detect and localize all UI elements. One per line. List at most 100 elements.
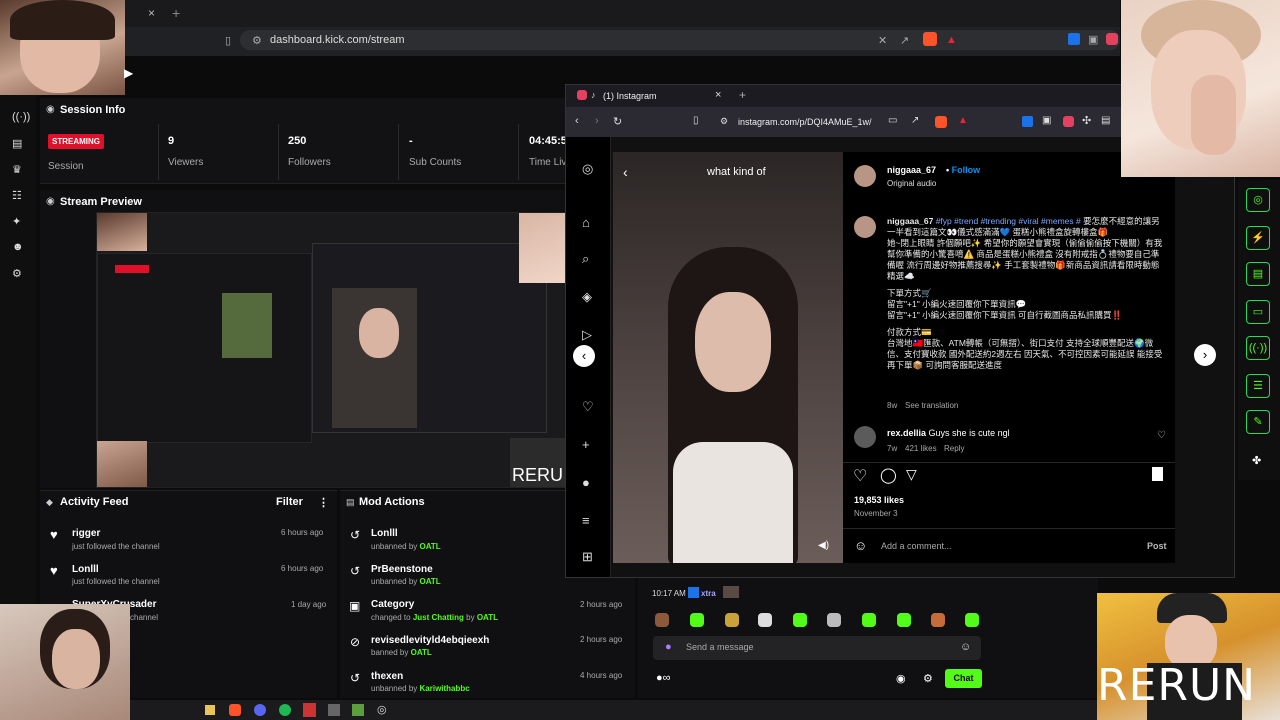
rail-wrench-icon[interactable]: ✎ [1246, 410, 1270, 434]
brave-taskbar-icon[interactable] [229, 704, 241, 716]
ig-download-icon[interactable] [1022, 116, 1033, 127]
users-icon[interactable]: ☷ [12, 189, 22, 202]
stream-preview-video[interactable]: RERU [96, 212, 566, 488]
rail-nodes-icon[interactable]: ✤ [1252, 454, 1261, 467]
comment-reply-button[interactable]: Reply [944, 444, 964, 453]
ig-extension-icon[interactable]: ▣ [1042, 115, 1051, 126]
add-comment-input[interactable]: Add a comment... [881, 541, 952, 551]
reload-icon[interactable]: ↻ [613, 115, 622, 128]
moderation-icon[interactable]: ✦ [12, 215, 21, 228]
tab-close-icon[interactable]: × [148, 6, 155, 20]
sidebar-toggle-icon[interactable]: ▤ [1101, 115, 1110, 126]
chat-settings-icon[interactable]: ⚙ [923, 672, 933, 685]
rail-broadcast-icon[interactable]: ((·)) [1246, 336, 1270, 360]
comment-like-icon[interactable]: ♡ [1157, 430, 1166, 441]
back-icon[interactable]: ‹ [575, 115, 579, 127]
comment-icon[interactable]: ◯ [880, 466, 897, 484]
app-icon[interactable] [303, 703, 316, 717]
download-icon[interactable] [1068, 33, 1080, 45]
chat-username[interactable]: xtra [701, 589, 716, 598]
puzzle-icon[interactable]: ✣ [1082, 114, 1091, 127]
comment-likes[interactable]: 421 likes [905, 444, 937, 453]
rail-target-icon[interactable]: ◎ [1246, 188, 1270, 212]
chat-send-button[interactable]: Chat [945, 669, 982, 688]
author-username[interactable]: niggaaa_67 [887, 165, 936, 175]
instagram-url[interactable]: instagram.com/p/DQI4AMuE_1w/ [738, 117, 872, 127]
reels-icon[interactable]: ▷ [582, 327, 592, 343]
rail-layers-icon[interactable]: ☰ [1246, 374, 1270, 398]
rail-chat-icon[interactable]: ▭ [1246, 300, 1270, 324]
author-avatar[interactable] [854, 165, 876, 187]
discord-icon[interactable] [254, 704, 266, 716]
extension-icon[interactable]: ▣ [1088, 33, 1098, 46]
likes-count[interactable]: 19,853 likes [854, 495, 904, 505]
see-translation-link[interactable]: See translation [905, 401, 958, 410]
emote-icon[interactable] [690, 613, 704, 627]
video-back-icon[interactable]: ‹ [623, 164, 628, 180]
spotify-icon[interactable] [279, 704, 291, 716]
emote-icon[interactable] [862, 613, 876, 627]
ig-brave-shield-icon[interactable] [935, 116, 947, 128]
original-audio-label[interactable]: Original audio [887, 179, 936, 188]
save-post-icon[interactable] [1152, 467, 1163, 481]
audio-playing-icon[interactable]: ♪ [591, 90, 596, 100]
emote-icon[interactable] [827, 613, 841, 627]
forward-icon[interactable]: › [595, 115, 599, 127]
emote-icon[interactable] [725, 613, 739, 627]
menu-icon[interactable]: ≡ [582, 513, 590, 528]
activity-filter-button[interactable]: Filter [276, 496, 303, 508]
mic-icon[interactable]: ● [665, 641, 672, 653]
emote-icon[interactable] [897, 613, 911, 627]
ig-extension-pink-icon[interactable] [1063, 116, 1074, 127]
file-explorer-icon[interactable] [205, 705, 215, 715]
chat-emoji-icon[interactable]: ☺ [960, 641, 971, 653]
ig-rewards-icon[interactable]: ▲ [958, 115, 968, 126]
create-icon[interactable]: + [582, 437, 590, 452]
instagram-video[interactable]: what kind of ‹ ◀) [613, 152, 843, 563]
camera-off-icon[interactable]: ✕ [878, 34, 887, 47]
previous-post-button[interactable]: ‹ [573, 345, 595, 367]
rewards-icon[interactable]: ▲ [946, 34, 957, 46]
chat-users-icon[interactable]: ●∞ [656, 672, 671, 684]
next-post-button[interactable]: › [1194, 344, 1216, 366]
threads-icon[interactable]: ⊞ [582, 549, 593, 565]
ig-share-icon[interactable]: ↗ [911, 115, 919, 126]
instagram-new-tab-icon[interactable]: + [739, 88, 746, 102]
emote-icon[interactable] [931, 613, 945, 627]
profile-icon[interactable]: ● [582, 475, 590, 490]
trophy-icon[interactable]: ♛ [12, 163, 22, 176]
dashboard-icon[interactable]: ▤ [12, 137, 22, 150]
share-icon[interactable]: ↗ [900, 34, 909, 47]
emote-icon[interactable] [758, 613, 772, 627]
emote-icon[interactable] [793, 613, 807, 627]
minecraft-icon[interactable] [352, 704, 364, 716]
ig-search-icon[interactable]: ⌕ [582, 251, 589, 267]
settings-icon[interactable]: ⚙ [12, 267, 22, 280]
site-info-icon[interactable]: ⚙ [252, 34, 262, 47]
extension-pink-icon[interactable] [1106, 33, 1118, 45]
follow-button[interactable]: • Follow [946, 165, 980, 175]
home-icon[interactable]: ⌂ [582, 215, 590, 230]
emote-icon[interactable] [655, 613, 669, 627]
rail-bolt-icon[interactable]: ⚡ [1246, 226, 1270, 250]
activity-more-button[interactable]: ⋮ [318, 496, 329, 509]
broadcast-icon[interactable]: ((·)) [12, 111, 30, 123]
rail-doc-icon[interactable]: ▤ [1246, 262, 1270, 286]
post-comment-button[interactable]: Post [1147, 541, 1167, 551]
brave-shield-icon[interactable] [923, 32, 937, 46]
obs-icon[interactable]: ◎ [377, 703, 387, 716]
notifications-heart-icon[interactable]: ♡ [582, 399, 594, 415]
share-post-icon[interactable]: ▽ [906, 466, 917, 483]
emote-icon[interactable] [965, 613, 979, 627]
community-icon[interactable]: ☻ [12, 241, 24, 253]
app-icon[interactable] [328, 704, 340, 716]
bookmark-icon[interactable]: ▯ [225, 34, 231, 47]
instagram-tab-title[interactable]: (1) Instagram [603, 91, 657, 101]
pip-icon[interactable]: ▭ [888, 115, 897, 126]
ig-bookmark-icon[interactable]: ▯ [693, 115, 699, 126]
commenter-avatar[interactable] [854, 426, 876, 448]
mute-icon[interactable]: ◀) [818, 540, 829, 551]
like-icon[interactable]: ♡ [853, 466, 867, 486]
new-tab-icon[interactable]: + [172, 5, 180, 21]
address-url[interactable]: dashboard.kick.com/stream [270, 34, 405, 46]
